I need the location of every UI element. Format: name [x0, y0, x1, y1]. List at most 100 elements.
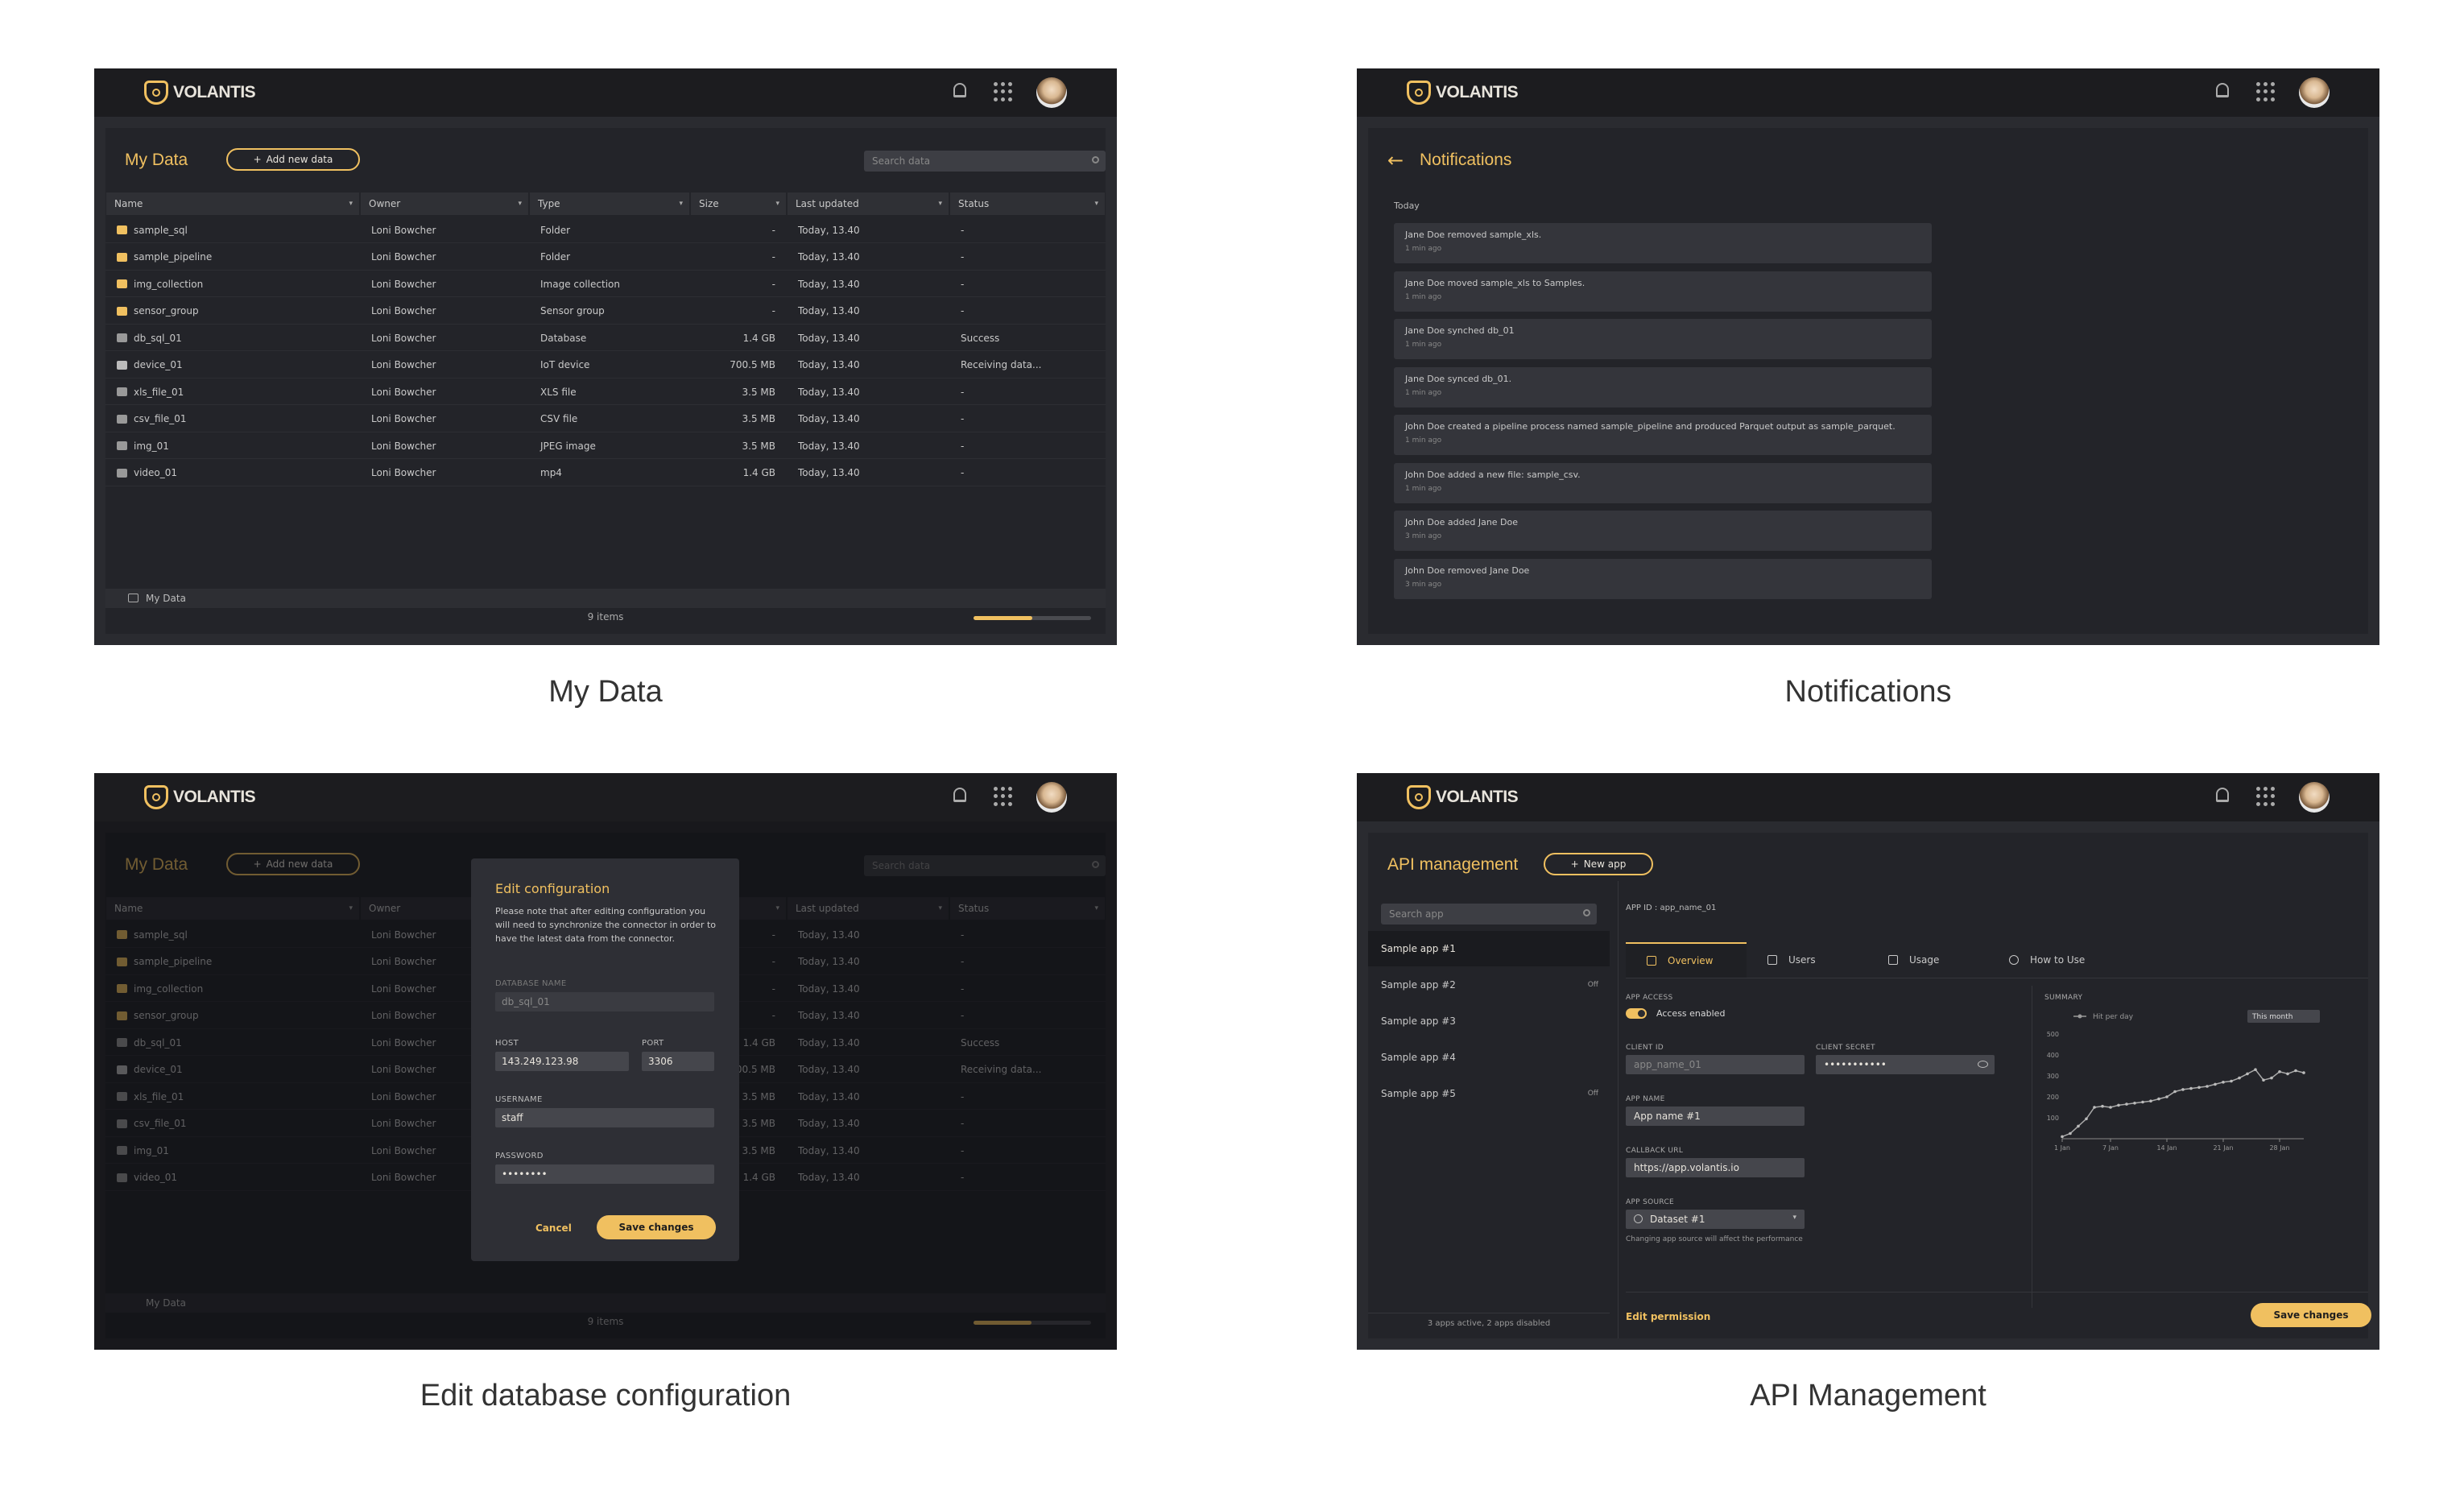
- breadcrumb[interactable]: My Data: [105, 589, 1106, 608]
- search-input[interactable]: Search data: [864, 151, 1106, 172]
- table-row[interactable]: xls_file_01 Loni Bowcher XLS file 3.5 MB Tod…: [105, 378, 1106, 405]
- new-app-button[interactable]: + New app: [1544, 853, 1653, 875]
- apps-grid-icon[interactable]: [2256, 787, 2276, 806]
- table-row[interactable]: db_sql_01 Loni Bowcher Database 1.4 GB Today…: [105, 325, 1106, 351]
- callback-url-field[interactable]: https://app.volantis.io: [1626, 1158, 1805, 1177]
- back-arrow-icon[interactable]: ←: [1387, 149, 1404, 172]
- cell-text: JPEG image: [540, 440, 596, 452]
- file-icon: [117, 387, 127, 396]
- app-source-select[interactable]: Dataset #1 ▾: [1626, 1210, 1805, 1229]
- app-list-item[interactable]: Sample app #3: [1368, 1003, 1610, 1039]
- notification-item[interactable]: John Doe added Jane Doe 3 min ago: [1394, 511, 1932, 551]
- password-field[interactable]: ••••••••: [495, 1164, 714, 1184]
- cancel-button[interactable]: Cancel: [535, 1222, 572, 1234]
- cell-name: sensor_group: [117, 298, 349, 325]
- cell-text: Loni Bowcher: [371, 278, 436, 290]
- notification-item[interactable]: John Doe added a new file: sample_csv. 1 …: [1394, 462, 1932, 503]
- avatar[interactable]: [1036, 77, 1067, 108]
- port-field[interactable]: 3306: [642, 1052, 714, 1071]
- notification-item[interactable]: Jane Doe removed sample_xls. 1 min ago: [1394, 223, 1932, 263]
- logo[interactable]: VOLANTIS: [144, 80, 256, 105]
- table-row[interactable]: img_01 Loni Bowcher JPEG image 3.5 MB Today,…: [105, 432, 1106, 459]
- save-changes-button[interactable]: Save changes: [2251, 1303, 2371, 1327]
- client-secret-field[interactable]: •••••••••••: [1816, 1055, 1995, 1074]
- app-list-item[interactable]: Sample app #5 Off: [1368, 1076, 1610, 1111]
- app-list-item[interactable]: Sample app #1: [1368, 931, 1610, 966]
- column-header-type[interactable]: Type▾: [530, 192, 689, 215]
- column-header-owner[interactable]: Owner▾: [361, 192, 528, 215]
- logo[interactable]: VOLANTIS: [1407, 784, 1519, 810]
- tab-users[interactable]: Users: [1747, 942, 1867, 978]
- cell-type: CSV file: [540, 406, 679, 432]
- scrollbar-thumb[interactable]: [974, 616, 1032, 620]
- cell-updated: Today, 13.40: [798, 432, 938, 459]
- table-row[interactable]: device_01 Loni Bowcher IoT device 700.5 MB T…: [105, 352, 1106, 378]
- app-name-field[interactable]: App name #1: [1626, 1107, 1805, 1126]
- username-field[interactable]: staff: [495, 1108, 714, 1127]
- notification-item[interactable]: Jane Doe synched db_01 1 min ago: [1394, 319, 1932, 359]
- apps-grid-icon[interactable]: [994, 82, 1013, 101]
- logo[interactable]: VOLANTIS: [1407, 80, 1519, 105]
- cell-text: Success: [961, 332, 1000, 344]
- table-row[interactable]: video_01 Loni Bowcher mp4 1.4 GB Today, 13.4…: [105, 460, 1106, 486]
- data-point: [2125, 1102, 2128, 1106]
- cell-size: 3.5 MB: [701, 406, 775, 432]
- bell-icon[interactable]: [953, 83, 966, 97]
- app-list-item[interactable]: Sample app #4: [1368, 1040, 1610, 1075]
- search-app-input[interactable]: Search app: [1381, 904, 1597, 925]
- table-row[interactable]: sample_sql Loni Bowcher Folder - Today, 13.4…: [105, 217, 1106, 243]
- host-field[interactable]: 143.249.123.98: [495, 1052, 629, 1071]
- cell-text: Today, 13.40: [798, 413, 860, 424]
- access-toggle[interactable]: [1626, 1008, 1647, 1019]
- bell-icon[interactable]: [2216, 788, 2229, 802]
- bell-icon[interactable]: [953, 788, 966, 802]
- apps-grid-icon[interactable]: [994, 787, 1013, 806]
- column-header-name[interactable]: Name▾: [106, 192, 359, 215]
- notification-item[interactable]: Jane Doe synced db_01. 1 min ago: [1394, 366, 1932, 407]
- add-new-data-button[interactable]: + Add new data: [226, 148, 360, 171]
- search-placeholder: Search app: [1389, 908, 1444, 920]
- dataset-icon: [1634, 1214, 1643, 1223]
- table-row[interactable]: sample_pipeline Loni Bowcher Folder - Today,…: [105, 244, 1106, 271]
- edit-permission-link[interactable]: Edit permission: [1626, 1311, 1710, 1322]
- sort-chevron-icon[interactable]: ▾: [775, 200, 779, 208]
- sort-chevron-icon[interactable]: ▾: [1094, 200, 1098, 208]
- eye-icon[interactable]: [1978, 1061, 1988, 1068]
- tab-how-to-use[interactable]: How to Use: [1988, 942, 2109, 978]
- client-id-field[interactable]: app_name_01: [1626, 1055, 1805, 1074]
- horizontal-scrollbar[interactable]: [974, 616, 1091, 620]
- apps-grid-icon[interactable]: [2256, 82, 2276, 101]
- sort-chevron-icon[interactable]: ▾: [679, 200, 683, 208]
- column-header-status[interactable]: Status▾: [950, 192, 1105, 215]
- sort-chevron-icon[interactable]: ▾: [938, 200, 942, 208]
- caption-my-data: My Data: [548, 675, 663, 709]
- logo-text: VOLANTIS: [1436, 83, 1519, 101]
- sort-chevron-icon[interactable]: ▾: [349, 200, 353, 208]
- tab-overview[interactable]: Overview: [1626, 942, 1747, 978]
- notification-item[interactable]: John Doe removed Jane Doe 3 min ago: [1394, 558, 1932, 599]
- plus-icon: +: [1570, 858, 1579, 870]
- cell-text: Database: [540, 332, 587, 344]
- column-header-size[interactable]: Size▾: [691, 192, 786, 215]
- save-changes-button[interactable]: Save changes: [597, 1215, 716, 1239]
- sort-chevron-icon[interactable]: ▾: [518, 200, 522, 208]
- app-list-item[interactable]: Sample app #2 Off: [1368, 967, 1610, 1003]
- table-row[interactable]: sensor_group Loni Bowcher Sensor group - Tod…: [105, 298, 1106, 325]
- notification-text: John Doe added Jane Doe: [1405, 517, 1519, 527]
- item-count: 9 items: [587, 611, 624, 623]
- tab-usage[interactable]: Usage: [1867, 942, 1988, 978]
- avatar[interactable]: [2299, 77, 2330, 108]
- notification-item[interactable]: Jane Doe moved sample_xls to Samples. 1 m…: [1394, 271, 1932, 312]
- bell-icon[interactable]: [2216, 83, 2229, 97]
- column-header-last-updated[interactable]: Last updated▾: [788, 192, 949, 215]
- y-tick-label: 100: [2047, 1115, 2059, 1122]
- avatar[interactable]: [1036, 782, 1067, 813]
- table-row[interactable]: img_collection Loni Bowcher Image collecti…: [105, 271, 1106, 297]
- main-content: ← Notifications Today Jane Doe removed s…: [1368, 128, 2368, 634]
- cell-owner: Loni Bowcher: [371, 217, 518, 243]
- logo[interactable]: VOLANTIS: [144, 784, 256, 810]
- cell-owner: Loni Bowcher: [371, 406, 518, 432]
- avatar[interactable]: [2299, 782, 2330, 813]
- table-row[interactable]: csv_file_01 Loni Bowcher CSV file 3.5 MB Tod…: [105, 406, 1106, 432]
- notification-item[interactable]: John Doe created a pipeline process name…: [1394, 415, 1932, 455]
